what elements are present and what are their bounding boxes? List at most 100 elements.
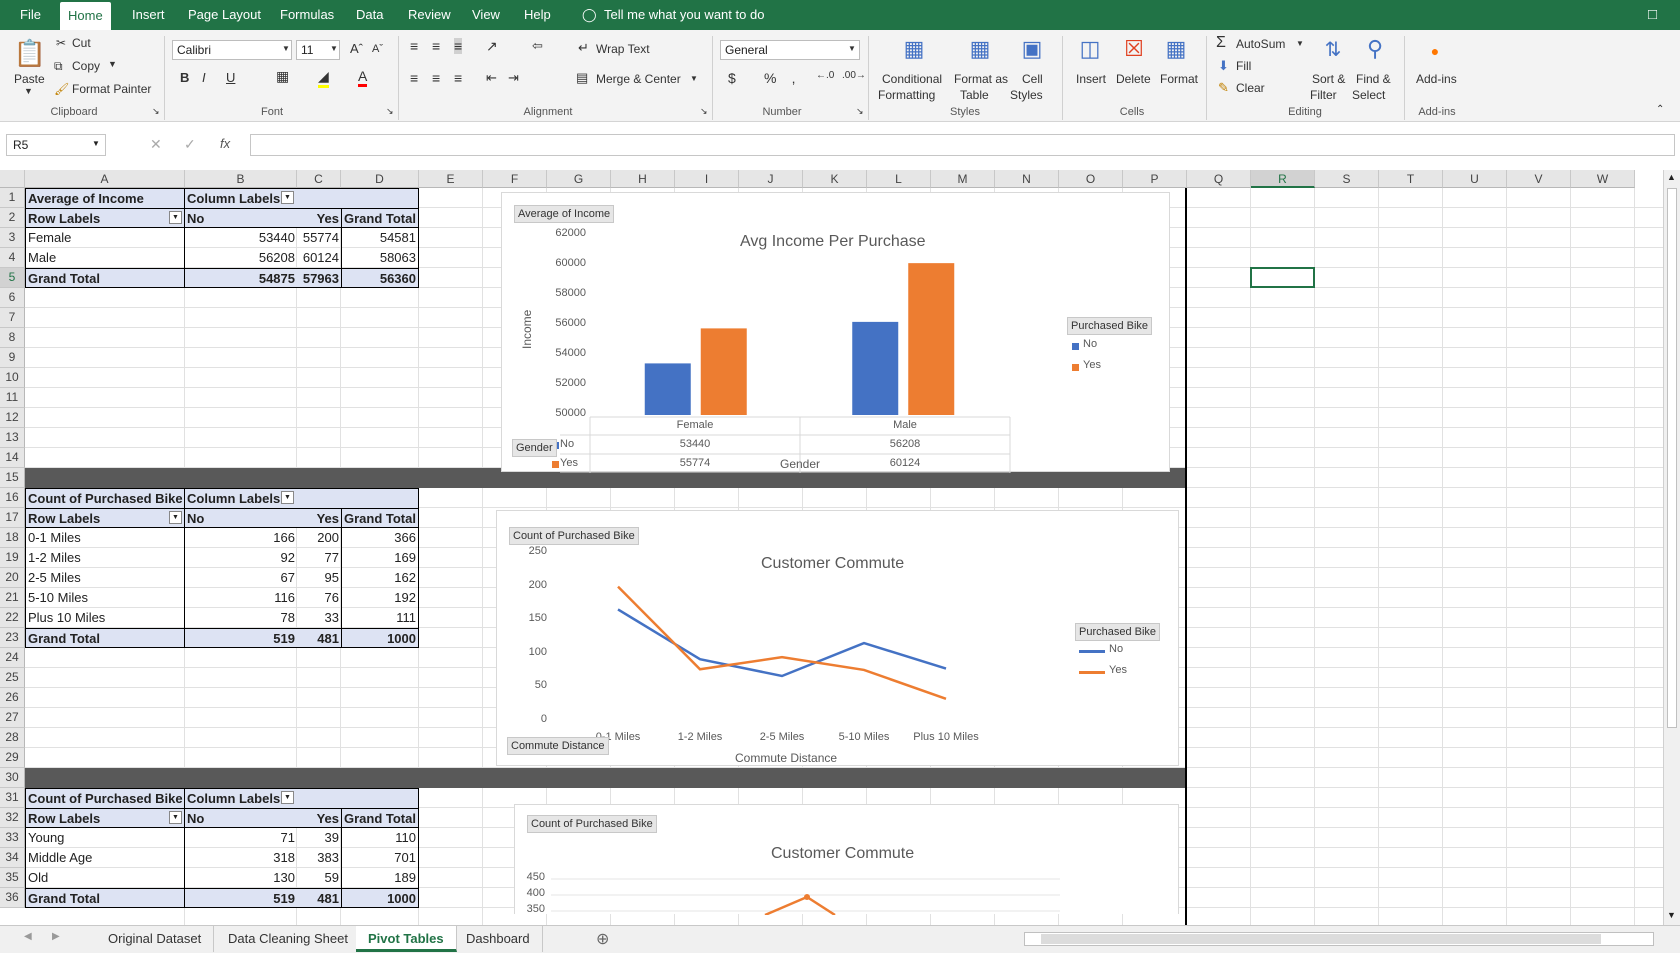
font-family-select[interactable]: Calibri [172,40,292,60]
autosum-button[interactable]: AutoSum [1236,37,1285,51]
row-header-4[interactable]: 4 [0,248,25,268]
pivot-grand-total-value[interactable]: 192 [341,588,419,608]
conditional-formatting-button[interactable]: Conditional [882,72,942,86]
row-header-2[interactable]: 2 [0,208,25,228]
row-header-24[interactable]: 24 [0,648,25,668]
axis-button-gender[interactable]: Gender [512,439,557,457]
column-header-K[interactable]: K [803,170,867,188]
format-cells-icon[interactable]: ▦ [1160,34,1192,64]
row-header-16[interactable]: 16 [0,488,25,508]
row-header-31[interactable]: 31 [0,788,25,808]
sort-filter-button[interactable]: Sort & [1312,72,1345,86]
bar-yes-male[interactable] [908,263,955,415]
comma-style-icon[interactable]: ‚ [792,70,795,86]
pivot-grand-total-value[interactable]: 366 [341,528,419,548]
cancel-icon[interactable]: ✕ [150,136,162,153]
column-header-V[interactable]: V [1507,170,1571,188]
menu-data[interactable]: Data [348,0,391,30]
grand-total-label[interactable]: Grand Total [25,268,185,288]
line-chart-customer-commute-2[interactable]: Count of Purchased Bike Customer Commute 4… [514,804,1179,915]
align-top-icon[interactable]: ≡ [410,38,418,54]
row-header-22[interactable]: 22 [0,608,25,628]
pivot-col-header[interactable]: No [185,508,297,528]
horizontal-scrollbar[interactable] [1024,932,1654,946]
increase-indent-icon[interactable]: ⇥ [508,70,519,86]
legend-title-button[interactable]: Purchased Bike [1067,317,1153,335]
row-header-23[interactable]: 23 [0,628,25,648]
sheet-tab-original-dataset[interactable]: Original Dataset [96,926,215,952]
column-labels-header[interactable]: Column Labels [185,488,419,508]
row-header-20[interactable]: 20 [0,568,25,588]
format-as-table-icon[interactable]: ▦ [964,34,996,64]
scroll-up-icon[interactable]: ▲ [1667,172,1676,182]
collapse-ribbon-icon[interactable]: ⌃ [1656,104,1664,115]
pivot-grand-total-value[interactable]: 58063 [341,248,419,268]
line-chart-customer-commute[interactable]: Count of Purchased Bike Customer Commute 2… [496,510,1179,766]
bold-icon[interactable]: B [180,70,189,85]
increase-decimal-icon[interactable]: ←.0 [816,70,834,81]
paste-icon[interactable]: 📋 [14,36,46,70]
pivot-grand-total-value[interactable]: 54581 [341,228,419,248]
pivot-value[interactable]: 130 [185,868,297,888]
next-sheet-icon[interactable]: ▶ [52,931,60,942]
pivot-row-label[interactable]: 2-5 Miles [25,568,185,588]
add-ins-icon[interactable]: ● [1418,36,1452,66]
insert-cells-icon[interactable]: ◫ [1074,34,1106,64]
column-header-L[interactable]: L [867,170,931,188]
pivot-grand-total-value[interactable]: 110 [341,828,419,848]
axis-button-commute-distance[interactable]: Commute Distance [507,737,609,755]
chevron-down-icon[interactable]: ▼ [108,59,117,69]
menu-file[interactable]: File [12,0,49,30]
row-header-25[interactable]: 25 [0,668,25,688]
chevron-down-icon[interactable]: ▼ [92,139,100,148]
pivot-value[interactable]: 67 [185,568,297,588]
pivot-row-label[interactable]: Young [25,828,185,848]
enter-icon[interactable]: ✓ [184,136,196,153]
dialog-launcher-icon[interactable]: ↘ [386,106,394,117]
filter-dropdown-icon[interactable]: ▼ [169,811,182,824]
format-button[interactable]: Format [1160,72,1198,86]
line-series-yes[interactable] [617,585,947,701]
pivot-row-label[interactable]: Plus 10 Miles [25,608,185,628]
pivot-value[interactable]: 33 [297,608,341,628]
pivot-grand-total-value[interactable]: 189 [341,868,419,888]
row-header-15[interactable]: 15 [0,468,25,488]
column-header-S[interactable]: S [1315,170,1379,188]
copy-button[interactable]: Copy [72,59,100,73]
menu-review[interactable]: Review [400,0,459,30]
pivot-grand-total-value[interactable]: 162 [341,568,419,588]
pivot-value[interactable]: 77 [297,548,341,568]
chevron-down-icon[interactable]: ▼ [330,44,338,53]
dialog-launcher-icon[interactable]: ↘ [152,106,160,117]
accounting-format-icon[interactable]: $ [728,70,736,86]
pivot-grand-total-value[interactable]: 701 [341,848,419,868]
h-scroll-thumb[interactable] [1041,934,1601,944]
format-as-table-button[interactable]: Format as [954,72,1008,86]
filter-dropdown-icon[interactable]: ▼ [169,511,182,524]
cut-button[interactable]: Cut [72,36,91,50]
insert-button[interactable]: Insert [1076,72,1106,86]
pivot-col-header[interactable]: Yes [297,208,341,228]
insert-function-icon[interactable]: fx [220,136,230,151]
column-header-J[interactable]: J [739,170,803,188]
comment-icon[interactable]: □ [1640,0,1665,30]
magnifier-icon[interactable]: ⚲ [1358,32,1392,66]
pivot-title[interactable]: Count of Purchased Bike [25,488,185,508]
grand-total-value[interactable]: 1000 [341,888,419,908]
legend-title-button[interactable]: Purchased Bike [1075,623,1161,641]
pivot-value[interactable]: 95 [297,568,341,588]
pivot-col-header[interactable]: No [185,808,297,828]
delete-cells-icon[interactable]: ☒ [1118,34,1150,64]
row-header-9[interactable]: 9 [0,348,25,368]
pivot-col-header[interactable]: Grand Total [341,508,419,528]
grand-total-value[interactable]: 57963 [297,268,341,288]
row-header-34[interactable]: 34 [0,848,25,868]
bar-no-female[interactable] [644,363,691,415]
sort-filter-label[interactable]: Filter [1310,88,1337,102]
grand-total-value[interactable]: 481 [297,888,341,908]
pivot-value[interactable]: 318 [185,848,297,868]
row-labels-header[interactable]: Row Labels [25,808,185,828]
sheet-tab-dashboard[interactable]: Dashboard [454,926,543,952]
row-header-28[interactable]: 28 [0,728,25,748]
column-header-I[interactable]: I [675,170,739,188]
